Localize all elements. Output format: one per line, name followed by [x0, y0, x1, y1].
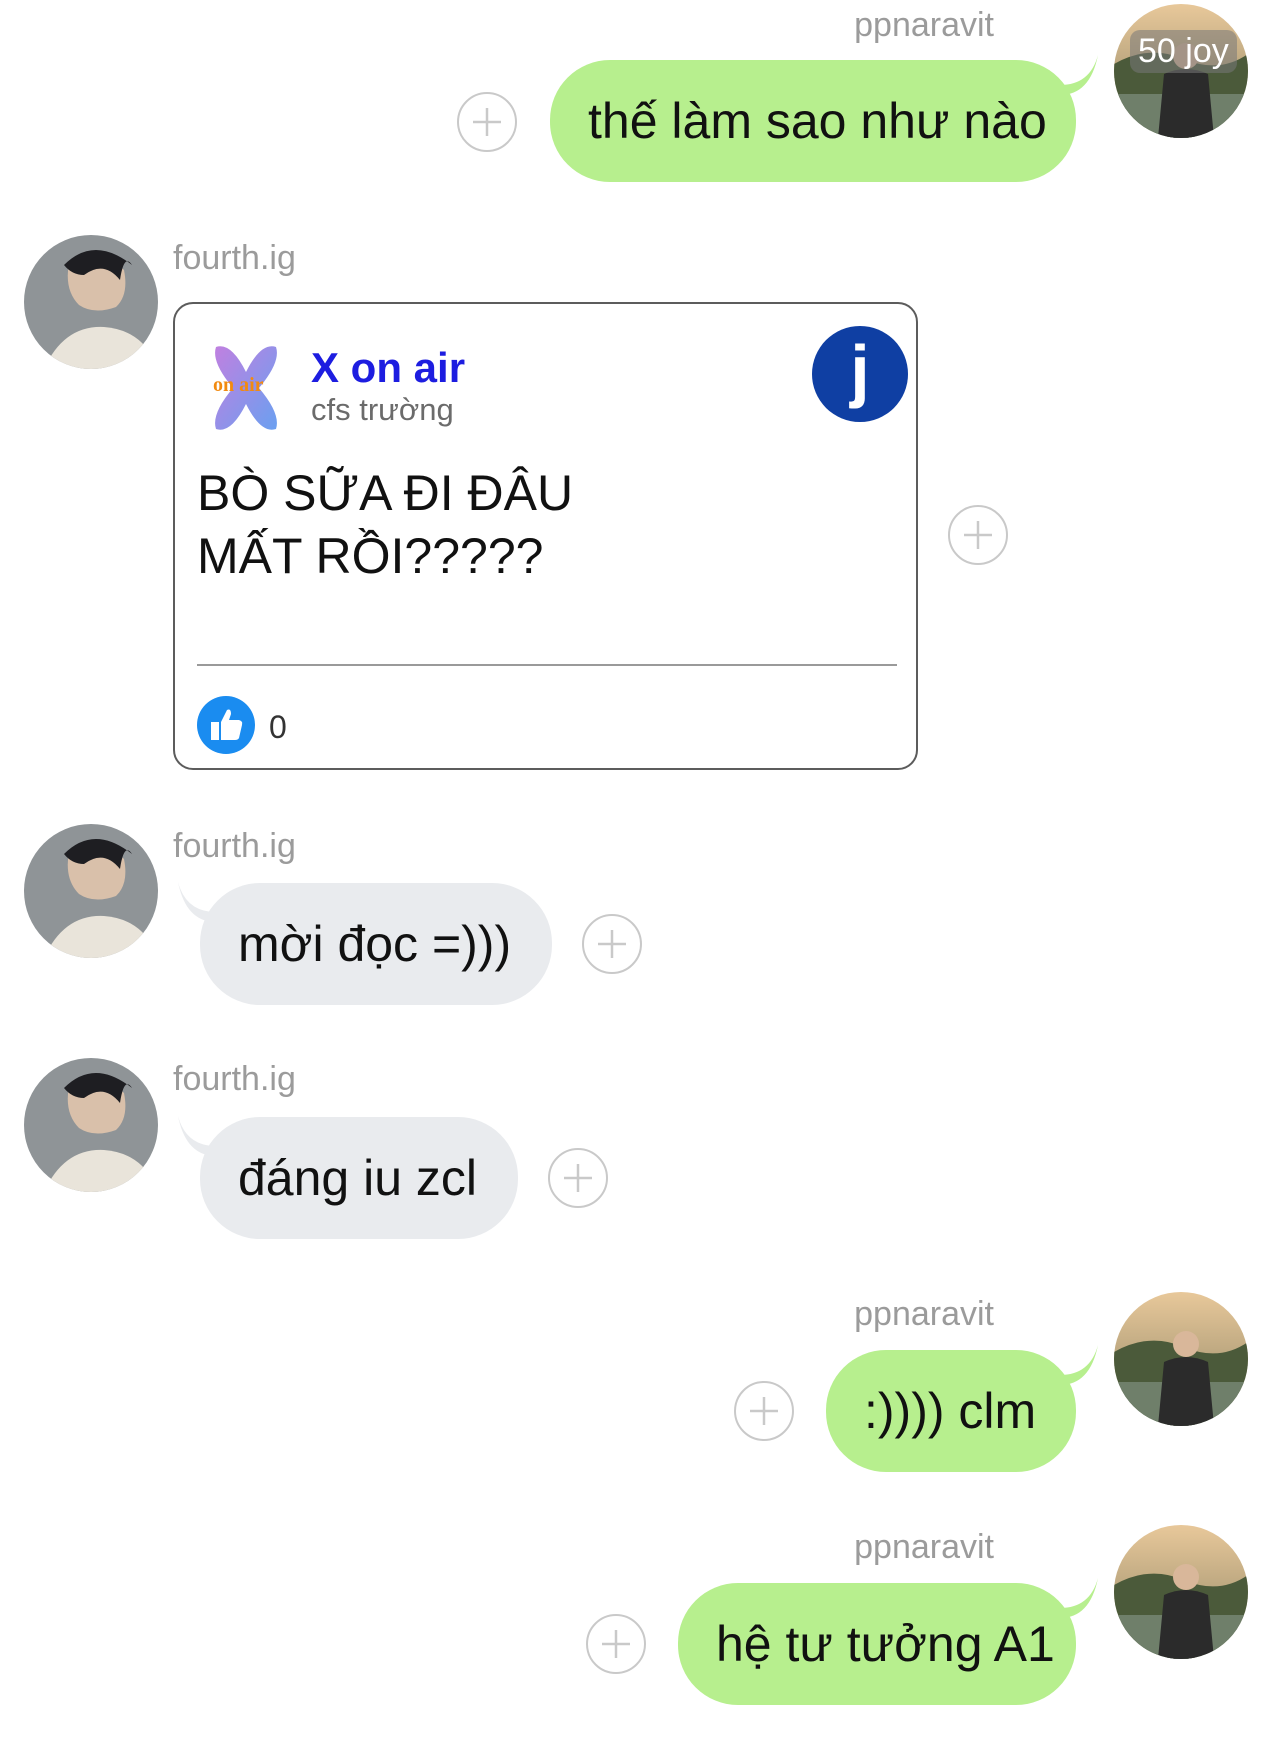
joy-badge: 50 joy	[1130, 30, 1237, 73]
shared-post-card[interactable]: on air X on air cfs trường j BÒ SỮA ĐI Đ…	[173, 302, 918, 770]
sender-name: ppnaravit	[854, 1295, 994, 1333]
post-badge: j	[812, 326, 908, 422]
sender-name: fourth.ig	[173, 239, 296, 277]
message-bubble[interactable]: :)))) clm	[826, 1350, 1076, 1472]
sender-name: ppnaravit	[854, 1528, 994, 1566]
post-badge-letter: j	[850, 331, 870, 409]
avatar-ppnaravit[interactable]	[1114, 1525, 1248, 1659]
page-logo-text: on air	[213, 374, 264, 396]
bubble-tail	[1060, 55, 1098, 95]
message-text: hệ tư tưởng A1	[716, 1616, 1055, 1672]
add-reaction-button[interactable]	[734, 1381, 794, 1441]
sender-name: fourth.ig	[173, 1060, 296, 1098]
like-count: 0	[269, 709, 287, 745]
sender-name: ppnaravit	[854, 6, 994, 44]
message-text: đáng iu zcl	[238, 1150, 478, 1206]
add-reaction-button[interactable]	[948, 505, 1008, 565]
bubble-tail	[1060, 1578, 1098, 1618]
avatar-fourth[interactable]	[24, 1058, 158, 1192]
message-bubble[interactable]: đáng iu zcl	[200, 1117, 518, 1239]
add-reaction-button[interactable]	[582, 914, 642, 974]
avatar-fourth[interactable]	[24, 824, 158, 958]
like-button[interactable]	[197, 696, 255, 754]
card-divider	[197, 664, 897, 666]
plus-circle-icon	[473, 108, 501, 136]
plus-circle-icon	[964, 521, 992, 549]
post-body-line-2: MẤT RỒI?????	[197, 528, 544, 584]
message-bubble[interactable]: mời đọc =)))	[200, 883, 552, 1005]
avatar-fourth[interactable]	[24, 235, 158, 369]
add-reaction-button[interactable]	[548, 1148, 608, 1208]
plus-circle-icon	[564, 1164, 592, 1192]
message-text: :)))) clm	[864, 1383, 1037, 1439]
add-reaction-button[interactable]	[457, 92, 517, 152]
thumbs-up-icon	[211, 709, 243, 740]
message-bubble[interactable]: thế làm sao như nào	[550, 60, 1076, 182]
page-name[interactable]: X on air	[311, 344, 465, 392]
message-bubble[interactable]: hệ tư tưởng A1	[678, 1583, 1076, 1705]
plus-circle-icon	[750, 1397, 778, 1425]
page-subtitle: cfs trường	[311, 392, 454, 427]
add-reaction-button[interactable]	[586, 1614, 646, 1674]
post-body-line-1: BÒ SỮA ĐI ĐÂU	[197, 465, 574, 521]
message-text: thế làm sao như nào	[588, 93, 1047, 149]
plus-circle-icon	[602, 1630, 630, 1658]
avatar-ppnaravit[interactable]	[1114, 1292, 1248, 1426]
plus-circle-icon	[598, 930, 626, 958]
sender-name: fourth.ig	[173, 827, 296, 865]
message-text: mời đọc =)))	[238, 916, 512, 972]
bubble-tail	[1060, 1345, 1098, 1385]
